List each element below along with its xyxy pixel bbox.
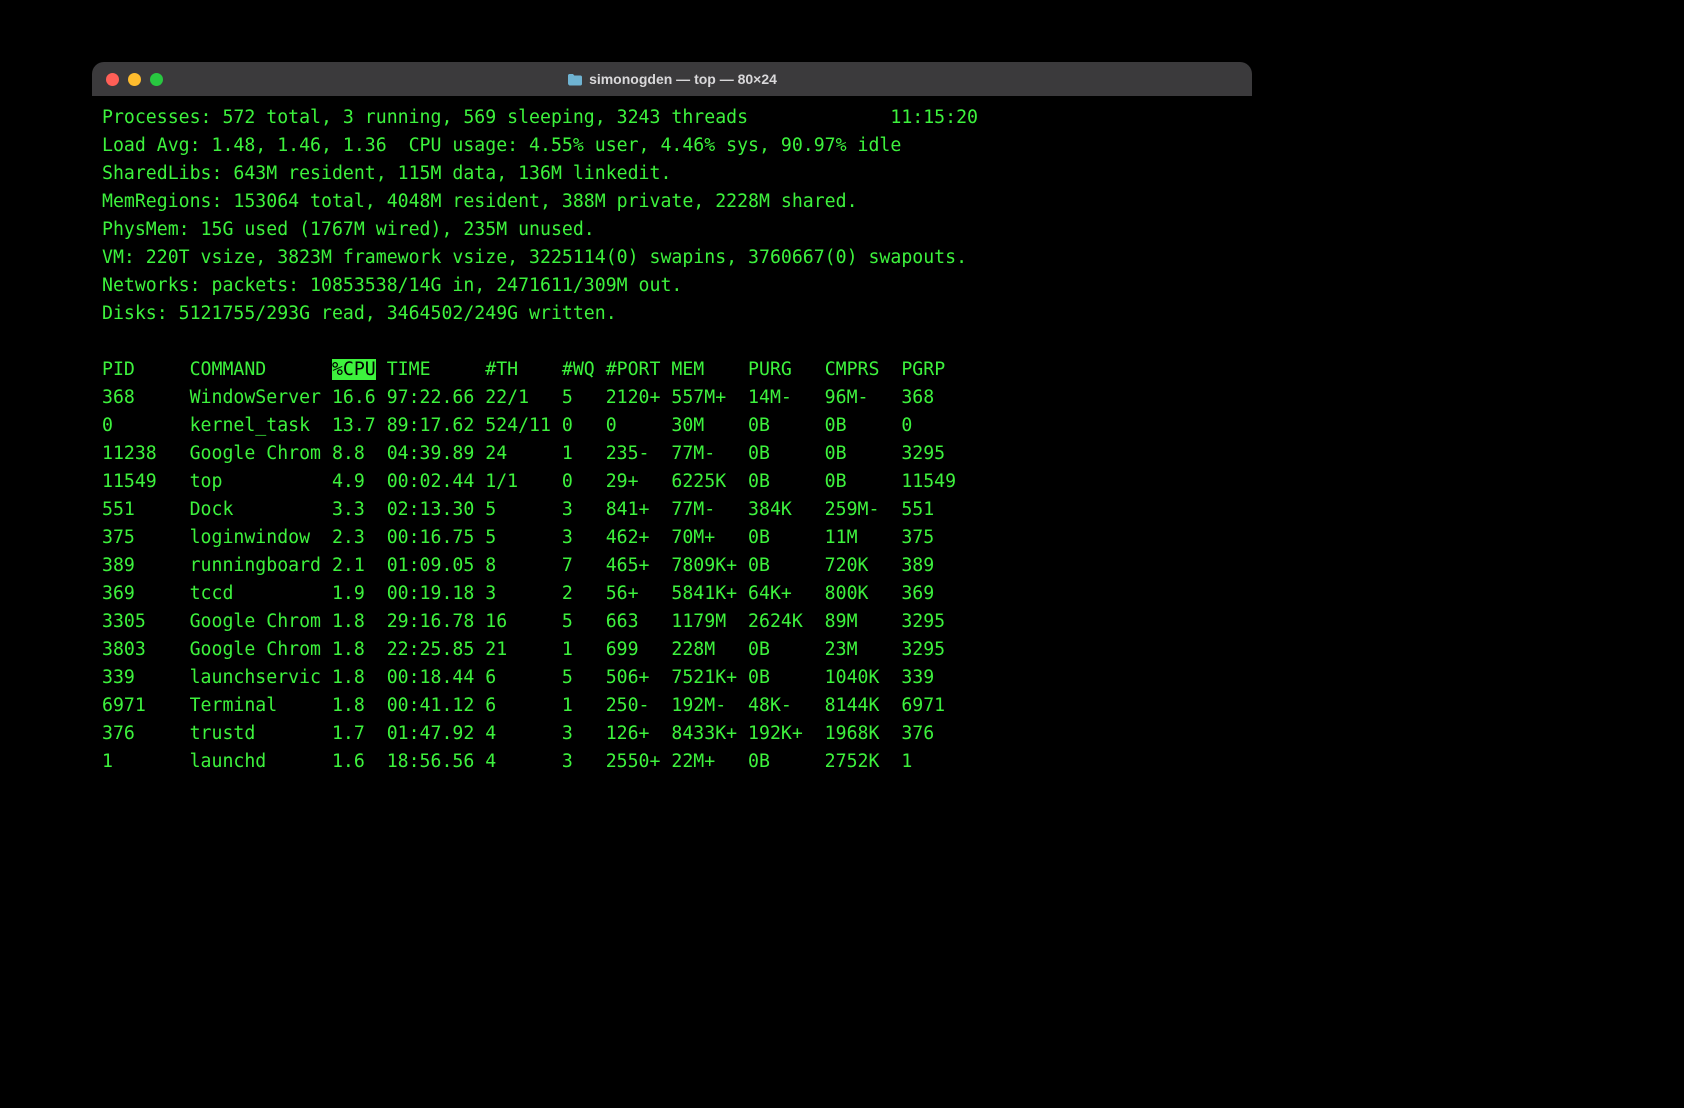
folder-icon (567, 73, 583, 86)
window-title-text: simonogden — top — 80×24 (589, 71, 777, 87)
terminal-content[interactable]: Processes: 572 total, 3 running, 569 sle… (92, 96, 1252, 784)
zoom-button[interactable] (150, 73, 163, 86)
sort-column-cpu[interactable]: %CPU (332, 359, 376, 380)
window-controls (92, 73, 163, 86)
terminal-window: simonogden — top — 80×24 Processes: 572 … (92, 62, 1252, 784)
minimize-button[interactable] (128, 73, 141, 86)
close-button[interactable] (106, 73, 119, 86)
titlebar[interactable]: simonogden — top — 80×24 (92, 62, 1252, 96)
window-title: simonogden — top — 80×24 (92, 71, 1252, 87)
